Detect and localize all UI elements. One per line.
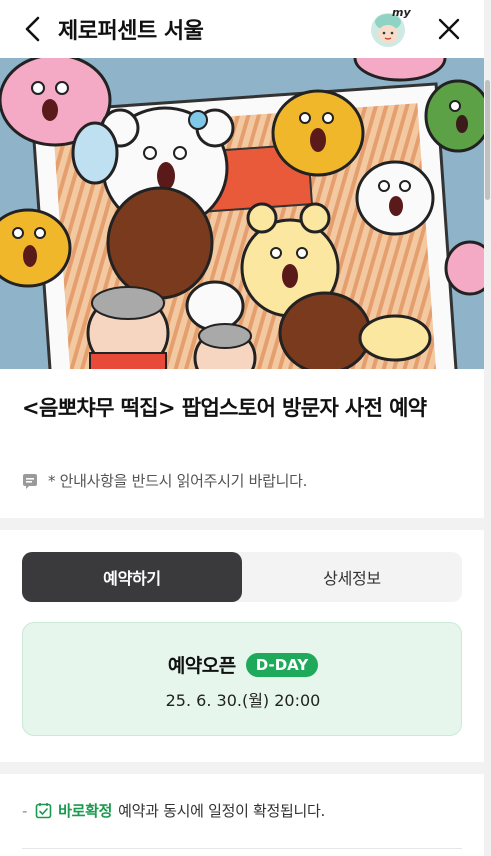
tab-reservation[interactable]: 예약하기 <box>22 552 242 602</box>
chevron-left-icon <box>25 16 40 42</box>
section-divider <box>0 518 484 530</box>
page-title: 제로퍼센트 서울 <box>58 19 204 44</box>
divider-line <box>22 848 462 849</box>
tab-bar: 예약하기 상세정보 <box>22 552 462 602</box>
scrollbar[interactable] <box>484 0 491 856</box>
hero-banner-image <box>0 58 484 369</box>
top-header: 제로퍼센트 서울 my <box>0 0 484 58</box>
message-icon <box>23 473 37 489</box>
open-label: 예약오픈 <box>167 655 236 677</box>
calendar-check-icon <box>35 803 52 819</box>
notice-row: * 안내사항을 반드시 읽어주시기 바랍니다. <box>22 470 307 491</box>
bullet-dash: - <box>22 801 28 820</box>
close-icon <box>438 18 460 40</box>
instant-confirm-label: 바로확정 <box>58 802 113 820</box>
event-title: <음뽀챠무 떡집> 팝업스토어 방문자 사전 예약 <box>22 396 427 420</box>
close-button[interactable] <box>434 14 464 44</box>
back-button[interactable] <box>18 14 48 44</box>
instant-confirm-text: 예약과 동시에 일정이 확정됩니다. <box>118 802 326 820</box>
dday-badge: D-DAY <box>245 652 319 677</box>
my-page-button[interactable]: my <box>367 6 411 50</box>
my-label: my <box>392 6 411 19</box>
avatar: my <box>371 6 411 47</box>
scrollbar-thumb[interactable] <box>485 80 490 200</box>
reservation-open-card: 예약오픈 D-DAY 25. 6. 30.(월) 20:00 <box>22 622 462 736</box>
open-date: 25. 6. 30.(월) 20:00 <box>165 691 321 710</box>
tab-details[interactable]: 상세정보 <box>242 552 462 602</box>
instant-confirm-row: - 바로확정 예약과 동시에 일정이 확정됩니다. <box>22 800 325 821</box>
notice-text: * 안내사항을 반드시 읽어주시기 바랍니다. <box>48 472 308 490</box>
section-divider-2 <box>0 762 484 774</box>
